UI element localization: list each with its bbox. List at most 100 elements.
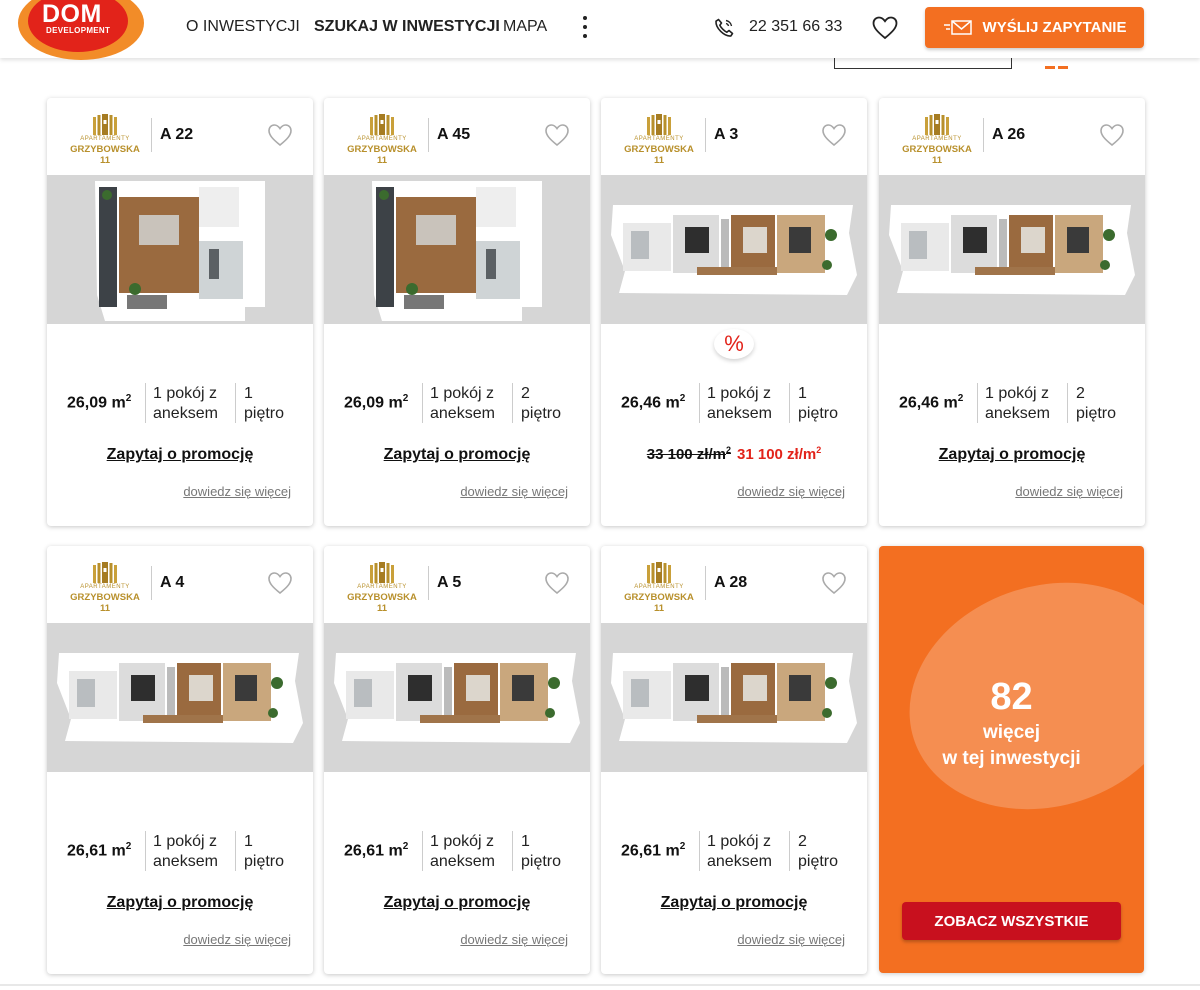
apartment-code: A 5 [437,574,462,591]
learn-more-link[interactable]: dowiedz się więcej [183,484,291,499]
more-apartments-card[interactable]: 82 więcej w tej inwestycji ZOBACZ WSZYST… [879,546,1144,973]
learn-more-link[interactable]: dowiedz się więcej [460,932,568,947]
floor-plan-image[interactable] [879,175,1145,324]
divider [145,383,146,423]
floor-plan-image[interactable] [601,175,867,324]
heart-icon[interactable] [544,570,570,596]
floor-plan-image[interactable] [324,175,590,324]
heart-icon[interactable] [1099,122,1125,148]
divider [1067,383,1068,423]
brand-title: GRZYBOWSKA 11 [902,144,972,166]
apartment-floor: 1 piętro [798,385,839,422]
heart-icon[interactable] [871,14,899,42]
apartment-card[interactable]: APARTAMENTY GRZYBOWSKA 11 A 4 26,61 m2 1… [47,546,313,974]
ask-promotion-link[interactable]: Zapytaj o promocję [47,894,313,912]
apartment-floor: 2 piętro [521,385,562,422]
apartment-card[interactable]: APARTAMENTY GRZYBOWSKA 11 A 28 26,61 m2 … [601,546,867,974]
grzybowska-11-logo: APARTAMENTY GRZYBOWSKA 11 [619,114,699,166]
logo-text-main: DOM [42,0,102,28]
site-header: DOM DEVELOPMENT O INWESTYCJI SZUKAJ W IN… [0,0,1200,60]
see-all-button[interactable]: ZOBACZ WSZYSTKIE [902,902,1121,940]
apartment-rooms: 1 pokój z aneksem [707,385,772,422]
nav-item-mapa[interactable]: MAPA [503,18,547,36]
divider [977,383,978,423]
apartment-card[interactable]: APARTAMENTY GRZYBOWSKA 11 A 22 26,09 m2 … [47,98,313,526]
brand-title: GRZYBOWSKA 11 [70,592,140,614]
floor-plan-image[interactable] [47,175,313,324]
apartment-floor: 2 piętro [1076,385,1117,422]
ask-promotion-link[interactable]: Zapytaj o promocję [47,446,313,464]
grzybowska-11-logo: APARTAMENTY GRZYBOWSKA 11 [897,114,977,166]
divider [512,831,513,871]
divider [151,566,152,600]
page-divider [0,984,1200,986]
apartment-area: 26,61 m2 [621,841,686,860]
more-count: 82 [990,676,1033,718]
nav-item-o-inwestycji[interactable]: O INWESTYCJI [186,18,300,36]
send-inquiry-button[interactable]: WYŚLIJ ZAPYTANIE [925,7,1144,48]
ask-promotion-link[interactable]: Zapytaj o promocję [324,894,590,912]
send-inquiry-label: WYŚLIJ ZAPYTANIE [982,19,1127,36]
divider [428,118,429,152]
floor-plan-image[interactable] [47,623,313,772]
more-label-line1: więcej [982,722,1041,743]
building-logo-icon [647,114,671,135]
floor-plan-drawing [611,205,857,295]
phone-icon[interactable] [712,16,736,40]
brand-title: GRZYBOWSKA 11 [347,592,417,614]
apartment-card[interactable]: APARTAMENTY GRZYBOWSKA 11 A 26 26,46 m2 … [879,98,1145,526]
ask-promotion-link[interactable]: Zapytaj o promocję [601,894,867,912]
apartment-floor: 1 piętro [244,385,285,422]
heart-icon[interactable] [267,570,293,596]
divider [235,383,236,423]
apartment-card[interactable]: APARTAMENTY GRZYBOWSKA 11 A 45 26,09 m2 … [324,98,590,526]
learn-more-link[interactable]: dowiedz się więcej [183,932,291,947]
divider [699,383,700,423]
learn-more-link[interactable]: dowiedz się więcej [1015,484,1123,499]
vertical-dots-icon[interactable] [582,16,588,40]
apartment-floor: 2 piętro [798,833,839,870]
learn-more-link[interactable]: dowiedz się więcej [460,484,568,499]
apartment-rooms: 1 pokój z aneksem [153,385,218,422]
heart-icon[interactable] [267,122,293,148]
apartment-code: A 22 [160,126,194,143]
learn-more-link[interactable]: dowiedz się więcej [737,484,845,499]
envelope-send-icon [943,19,972,35]
learn-more-link[interactable]: dowiedz się więcej [737,932,845,947]
apartment-code: A 45 [437,126,471,143]
divider [789,831,790,871]
ask-promotion-link[interactable]: Zapytaj o promocję [324,446,590,464]
apartment-area: 26,46 m2 [899,393,964,412]
ask-promotion-link[interactable]: Zapytaj o promocję [879,446,1145,464]
apartment-code: A 4 [160,574,185,591]
grzybowska-11-logo: APARTAMENTY GRZYBOWSKA 11 [342,114,422,166]
apartment-area: 26,09 m2 [67,393,132,412]
building-logo-icon [925,114,949,135]
divider [151,118,152,152]
brand-title: GRZYBOWSKA 11 [70,144,140,166]
floor-plan-drawing [334,653,580,743]
apartment-card[interactable]: APARTAMENTY GRZYBOWSKA 11 A 3 26,46 m2 1… [601,98,867,526]
apartment-card[interactable]: APARTAMENTY GRZYBOWSKA 11 A 5 26,61 m2 1… [324,546,590,974]
divider [145,831,146,871]
heart-icon[interactable] [821,122,847,148]
building-logo-icon [370,562,394,583]
brand-subtitle: APARTAMENTY [634,584,684,590]
apartment-code: A 3 [714,126,739,143]
heart-icon[interactable] [544,122,570,148]
phone-number[interactable]: 22 351 66 33 [749,18,842,36]
brand-subtitle: APARTAMENTY [80,136,130,142]
heart-icon[interactable] [821,570,847,596]
apartment-area: 26,46 m2 [621,393,686,412]
floor-plan-image[interactable] [601,623,867,772]
dom-development-logo[interactable]: DOM DEVELOPMENT [18,0,144,60]
divider [512,383,513,423]
apartment-area: 26,09 m2 [344,393,409,412]
floor-plan-drawing [889,205,1135,295]
brand-subtitle: APARTAMENTY [357,584,407,590]
nav-item-szukaj[interactable]: SZUKAJ W INWESTYCJI [314,18,500,36]
grzybowska-11-logo: APARTAMENTY GRZYBOWSKA 11 [65,562,145,614]
brand-subtitle: APARTAMENTY [634,136,684,142]
floor-plan-image[interactable] [324,623,590,772]
divider [422,831,423,871]
